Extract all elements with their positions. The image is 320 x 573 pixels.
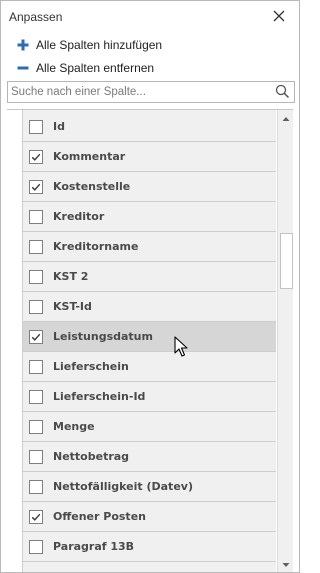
chevron-down-icon <box>282 563 290 567</box>
mouse-pointer-icon <box>174 336 188 357</box>
column-name: Offener Posten <box>53 510 146 523</box>
column-name: Menge <box>53 420 95 433</box>
column-name: Kreditor <box>53 210 105 223</box>
column-row[interactable]: Leistungsdatum <box>23 322 276 352</box>
remove-all-columns-label: Alle Spalten entfernen <box>36 61 155 75</box>
column-row[interactable]: Nettofälligkeit (Datev) <box>23 472 276 502</box>
column-name: Kostenstelle <box>53 180 131 193</box>
vertical-scrollbar[interactable] <box>277 110 293 572</box>
chevron-up-icon <box>282 117 290 121</box>
plus-icon <box>17 39 29 51</box>
column-checkbox[interactable] <box>29 179 43 194</box>
column-row[interactable]: KST 2 <box>23 262 276 292</box>
column-row[interactable]: Kostenstelle <box>23 172 276 202</box>
scroll-up-button[interactable] <box>278 111 293 127</box>
column-checkbox[interactable] <box>29 329 43 344</box>
column-name: Leistungsdatum <box>53 330 153 343</box>
column-name: Nettofälligkeit (Datev) <box>53 480 193 493</box>
scrollbar-thumb[interactable] <box>280 233 293 289</box>
scroll-down-button[interactable] <box>278 557 293 572</box>
check-icon <box>31 333 41 341</box>
column-name: Lieferschein-Id <box>53 390 146 403</box>
column-rows: Id Kommentar Kostenstelle Kreditor Kreditorn… <box>23 110 276 572</box>
column-name: Nettobetrag <box>53 450 130 463</box>
check-icon <box>31 153 41 161</box>
check-icon <box>31 183 41 191</box>
column-list: Id Kommentar Kostenstelle Kreditor Kreditorn… <box>7 109 293 572</box>
column-row[interactable]: Kommentar <box>23 142 276 172</box>
column-checkbox[interactable] <box>29 149 43 164</box>
column-row[interactable]: Paragraf 13B <box>23 532 276 562</box>
customize-panel: Anpassen Alle Spalten hinzufügen Alle Sp… <box>0 0 300 573</box>
column-checkbox[interactable] <box>29 239 43 254</box>
column-row[interactable]: KST-Id <box>23 292 276 322</box>
column-row[interactable]: Lieferschein <box>23 352 276 382</box>
remove-all-columns-button[interactable]: Alle Spalten entfernen <box>17 59 154 77</box>
search-input[interactable] <box>8 82 268 102</box>
column-row[interactable]: Offener Posten <box>23 502 276 532</box>
column-name: Kommentar <box>53 150 126 163</box>
add-all-columns-label: Alle Spalten hinzufügen <box>36 38 163 52</box>
column-checkbox[interactable] <box>29 269 43 284</box>
close-button[interactable] <box>271 8 287 24</box>
column-name: KST-Id <box>53 300 92 313</box>
column-checkbox[interactable] <box>29 509 43 524</box>
column-name: Id <box>53 120 65 133</box>
column-checkbox[interactable] <box>29 479 43 494</box>
column-row[interactable]: Menge <box>23 412 276 442</box>
column-checkbox[interactable] <box>29 299 43 314</box>
panel-title: Anpassen <box>9 10 63 24</box>
search-icon[interactable] <box>275 84 290 99</box>
add-all-columns-button[interactable]: Alle Spalten hinzufügen <box>17 36 162 54</box>
column-checkbox[interactable] <box>29 119 43 134</box>
column-row[interactable]: Kreditorname <box>23 232 276 262</box>
column-row[interactable]: Kreditor <box>23 202 276 232</box>
column-name: Kreditorname <box>53 240 139 253</box>
column-checkbox[interactable] <box>29 359 43 374</box>
column-checkbox[interactable] <box>29 539 43 554</box>
column-row[interactable]: Lieferschein-Id <box>23 382 276 412</box>
column-row[interactable]: Id <box>23 112 276 142</box>
panel-header: Anpassen <box>1 1 299 31</box>
column-row[interactable]: Nettobetrag <box>23 442 276 472</box>
column-checkbox[interactable] <box>29 419 43 434</box>
column-name: Paragraf 13B <box>53 540 135 553</box>
column-checkbox[interactable] <box>29 389 43 404</box>
check-icon <box>31 513 41 521</box>
column-name: KST 2 <box>53 270 89 283</box>
list-indent-column <box>7 110 23 572</box>
column-checkbox[interactable] <box>29 449 43 464</box>
column-checkbox[interactable] <box>29 209 43 224</box>
column-name: Lieferschein <box>53 360 129 373</box>
close-icon <box>273 10 285 22</box>
minus-icon <box>17 66 29 70</box>
search-box <box>7 81 295 103</box>
